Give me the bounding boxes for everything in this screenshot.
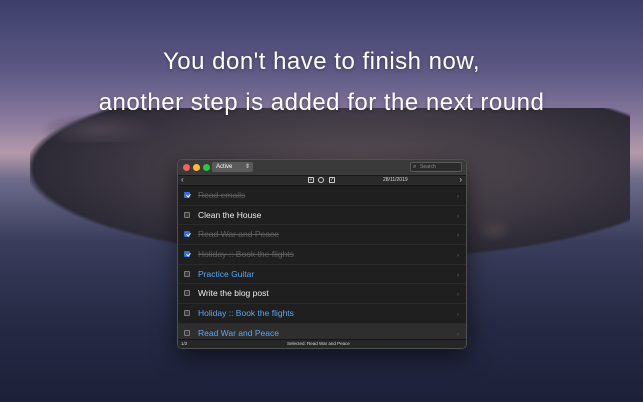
- task-row[interactable]: Read emails ›: [178, 186, 466, 206]
- check-square-icon[interactable]: ✓: [329, 177, 335, 183]
- chevron-right-icon[interactable]: ›: [457, 271, 459, 281]
- task-row[interactable]: Practice Guitar ›: [178, 265, 466, 285]
- headline-line-1: You don't have to finish now,: [162, 48, 481, 75]
- toolbar: ‹ + ✓ 28/11/2019 ›: [178, 175, 466, 186]
- search-placeholder: Search: [420, 164, 436, 170]
- chevron-right-icon[interactable]: ›: [459, 175, 462, 185]
- task-label: Write the blog post: [198, 288, 269, 299]
- app-window: Active ⇕ ⌕ Search ‹ + ✓ 28/11/2019 › Rea…: [177, 159, 467, 349]
- selected-task-status: Selected: Read War and Peace: [287, 341, 350, 346]
- page-count: 1/2: [181, 341, 188, 346]
- task-row[interactable]: Clean the House ›: [178, 206, 466, 226]
- chevron-right-icon[interactable]: ›: [457, 251, 459, 261]
- title-bar: Active ⇕ ⌕ Search: [178, 160, 466, 176]
- task-checkbox[interactable]: [184, 231, 190, 238]
- filter-select[interactable]: Active ⇕: [212, 162, 253, 172]
- task-checkbox[interactable]: [184, 192, 190, 198]
- chevron-left-icon[interactable]: ‹: [181, 175, 184, 185]
- headline-line-2: another step is added for the next round: [98, 89, 545, 116]
- task-list: Read emails › Clean the House › Read War and…: [178, 186, 466, 344]
- task-checkbox[interactable]: [184, 310, 190, 317]
- current-date: 28/11/2019: [383, 177, 408, 183]
- task-checkbox[interactable]: [184, 329, 190, 336]
- task-row[interactable]: Write the blog post ›: [178, 284, 466, 305]
- filter-value: Active: [216, 164, 233, 170]
- chevron-right-icon[interactable]: ›: [457, 212, 459, 222]
- task-checkbox[interactable]: [184, 211, 190, 218]
- task-label: Read War and Peace: [198, 327, 279, 338]
- chevron-updown-icon: ⇕: [244, 164, 250, 170]
- task-label: Read War and Peace: [198, 229, 279, 240]
- task-label: Read emails: [198, 190, 246, 200]
- circle-icon[interactable]: [318, 177, 324, 183]
- task-row[interactable]: Holiday :: Book the flights ›: [178, 304, 466, 324]
- task-label: Holiday :: Book the flights: [198, 308, 294, 319]
- task-checkbox[interactable]: [184, 251, 190, 258]
- chevron-right-icon[interactable]: ›: [457, 290, 459, 300]
- search-icon: ⌕: [413, 164, 417, 170]
- task-label: Clean the House: [198, 209, 262, 220]
- task-checkbox[interactable]: [184, 290, 190, 297]
- task-label: Holiday :: Book the flights: [198, 249, 294, 260]
- task-checkbox[interactable]: [184, 270, 190, 277]
- task-row[interactable]: Holiday :: Book the flights ›: [178, 245, 466, 265]
- chevron-right-icon[interactable]: ›: [457, 231, 459, 241]
- search-input[interactable]: ⌕ Search: [410, 162, 462, 172]
- task-row[interactable]: Read War and Peace ›: [178, 225, 466, 246]
- zoom-button[interactable]: [203, 164, 210, 171]
- chevron-right-icon[interactable]: ›: [457, 192, 459, 202]
- background-rock: [476, 216, 512, 242]
- plus-square-icon[interactable]: +: [308, 177, 314, 183]
- minimize-button[interactable]: [193, 164, 200, 171]
- task-label: Practice Guitar: [198, 268, 255, 279]
- chevron-right-icon[interactable]: ›: [457, 310, 459, 320]
- status-bar: 1/2 Selected: Read War and Peace: [178, 339, 466, 348]
- close-button[interactable]: [183, 164, 190, 171]
